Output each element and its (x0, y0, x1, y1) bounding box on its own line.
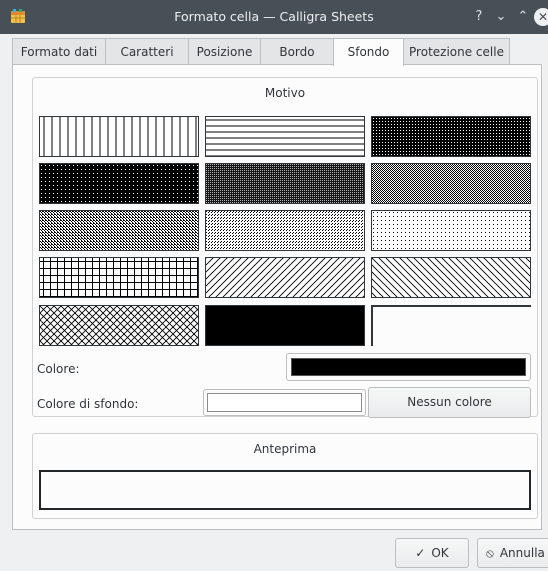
colore-label: Colore: (37, 362, 80, 376)
cancel-icon: ⦸ (486, 546, 494, 560)
pattern-dense-3[interactable] (205, 163, 365, 204)
ok-button[interactable]: ✓ OK (395, 538, 469, 568)
tab-posizione[interactable]: Posizione (188, 38, 261, 64)
tab-bar: Formato dati Caratteri Posizione Bordo S… (12, 38, 542, 66)
pattern-diagonal-cross[interactable] (39, 305, 199, 346)
tab-caratteri[interactable]: Caratteri (105, 38, 189, 64)
tab-formato-dati[interactable]: Formato dati (12, 38, 106, 64)
pattern-vertical-lines[interactable] (39, 116, 199, 157)
tab-bordo[interactable]: Bordo (260, 38, 334, 64)
pattern-cross-grid[interactable] (39, 257, 199, 298)
pattern-dense-4[interactable] (371, 163, 531, 204)
anteprima-group: Anteprima (32, 433, 538, 519)
nessun-colore-button[interactable]: Nessun colore (368, 387, 531, 418)
annulla-button[interactable]: ⦸ Annulla (477, 538, 548, 568)
pattern-dense-7[interactable] (371, 210, 531, 251)
annulla-label: Annulla (499, 546, 545, 560)
pattern-dense-5[interactable] (39, 210, 199, 251)
tab-protezione-celle[interactable]: Protezione celle (403, 38, 510, 64)
anteprima-preview-box (39, 470, 531, 510)
minimize-button[interactable]: ⌄ (492, 8, 510, 26)
sfondo-tab-panel: Motivo Colore: Colore di sfondo: Nessun … (12, 64, 542, 530)
help-button[interactable]: ? (470, 8, 488, 26)
window-title: Formato cella — Calligra Sheets (174, 9, 374, 24)
pattern-dense-2[interactable] (39, 163, 199, 204)
motivo-title: Motivo (264, 86, 306, 100)
colore-picker-button[interactable] (286, 353, 531, 381)
colore-di-sfondo-picker-button[interactable] (203, 389, 366, 416)
tab-sfondo[interactable]: Sfondo (333, 38, 404, 66)
anteprima-title: Anteprima (253, 442, 317, 456)
pattern-no-brush[interactable] (371, 305, 531, 346)
pattern-horizontal-lines[interactable] (205, 116, 365, 157)
maximize-button[interactable]: ⌃ (514, 8, 532, 26)
title-bar: Formato cella — Calligra Sheets ? ⌄ ⌃ ✕ (0, 0, 548, 34)
colore-swatch (291, 358, 526, 376)
pattern-solid[interactable] (205, 305, 365, 346)
pattern-backward-diagonal[interactable] (371, 257, 531, 298)
check-icon: ✓ (415, 546, 426, 560)
colore-di-sfondo-swatch (207, 393, 362, 412)
colore-di-sfondo-label: Colore di sfondo: (37, 397, 139, 411)
ok-label: OK (431, 546, 449, 560)
pattern-forward-diagonal[interactable] (205, 257, 365, 298)
pattern-dense-1[interactable] (371, 116, 531, 157)
close-button[interactable]: ✕ (534, 8, 548, 26)
pattern-dense-6[interactable] (205, 210, 365, 251)
